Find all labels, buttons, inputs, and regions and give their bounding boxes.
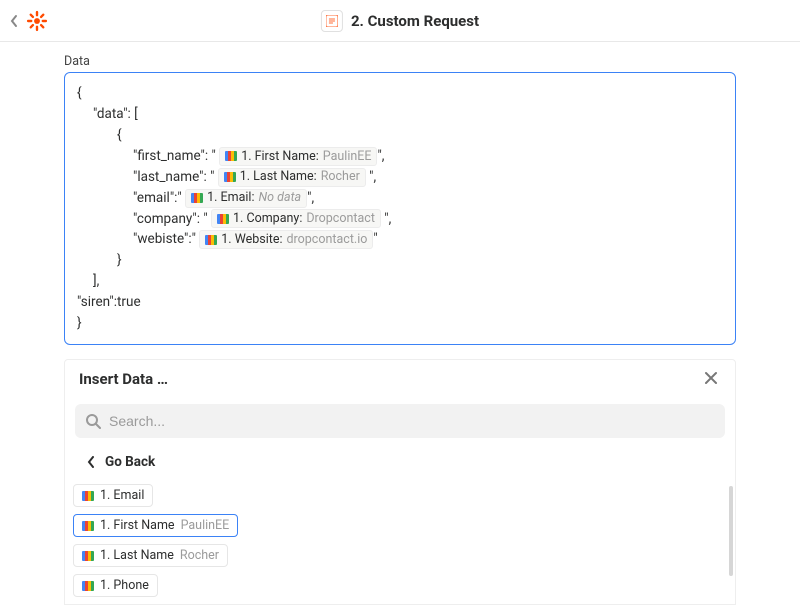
step-app-icon: [321, 10, 343, 32]
field-pill-email[interactable]: 1. Email: No data: [185, 189, 307, 208]
field-option[interactable]: 1. Last Name Rocher: [73, 544, 228, 567]
sheets-icon: [205, 235, 217, 245]
close-button[interactable]: [703, 370, 721, 388]
sheets-icon: [225, 151, 237, 161]
data-field-label: Data: [64, 54, 736, 69]
code-line: "webiste":" 1. Website: dropcontact.io": [77, 229, 723, 250]
field-pill-last-name[interactable]: 1. Last Name: Rocher: [218, 168, 366, 187]
code-line: "first_name": " 1. First Name: PaulinEE"…: [77, 146, 723, 167]
field-option[interactable]: 1. Phone: [73, 574, 158, 597]
go-back-label: Go Back: [105, 454, 155, 470]
code-line: {: [77, 83, 723, 104]
sheets-icon: [82, 551, 94, 561]
data-textarea[interactable]: { "data": [ { "first_name": " 1. First N…: [64, 72, 736, 345]
code-line: }: [77, 313, 723, 334]
search-box[interactable]: [75, 404, 725, 438]
topbar: 2. Custom Request: [0, 0, 800, 42]
scrollbar[interactable]: [729, 486, 733, 576]
field-list: 1. Email 1. First Name PaulinEE 1. Last Na…: [65, 480, 735, 604]
search-input[interactable]: [109, 413, 715, 429]
field-option[interactable]: 1. Email: [73, 484, 153, 507]
chevron-left-icon: [9, 14, 19, 28]
field-option-label: 1. First Name: [100, 518, 175, 533]
code-line: "last_name": " 1. Last Name: Rocher ",: [77, 167, 723, 188]
step-title: 2. Custom Request: [351, 12, 479, 30]
code-line: "email":" 1. Email: No data",: [77, 188, 723, 209]
sheets-icon: [217, 214, 229, 224]
sheets-icon: [82, 581, 94, 591]
insert-data-title: Insert Data …: [79, 370, 168, 388]
code-line: {: [77, 125, 723, 146]
insert-data-panel: Insert Data … Go Back 1. Email 1. First N…: [64, 359, 736, 605]
code-line: ],: [77, 271, 723, 292]
sheets-icon: [82, 491, 94, 501]
go-back-button[interactable]: Go Back: [65, 444, 735, 480]
code-line: "data": [: [77, 104, 723, 125]
back-button[interactable]: [4, 11, 24, 31]
chevron-left-icon: [87, 456, 95, 468]
field-option-value: Rocher: [180, 548, 219, 563]
code-line: "company": " 1. Company: Dropcontact ",: [77, 209, 723, 230]
close-icon: [703, 370, 719, 386]
field-pill-first-name[interactable]: 1. First Name: PaulinEE: [219, 147, 377, 166]
code-line: "siren":true: [77, 292, 723, 313]
field-option-label: 1. Email: [100, 488, 144, 503]
sheets-icon: [82, 521, 94, 531]
step-title-group: 2. Custom Request: [321, 10, 479, 32]
field-pill-company[interactable]: 1. Company: Dropcontact: [211, 209, 381, 228]
sheets-icon: [191, 193, 203, 203]
sheets-icon: [224, 172, 236, 182]
field-option[interactable]: 1. First Name PaulinEE: [73, 514, 238, 537]
field-option-value: PaulinEE: [181, 518, 230, 533]
zapier-logo-icon: [26, 10, 48, 32]
field-option-label: 1. Last Name: [100, 548, 174, 563]
field-pill-website[interactable]: 1. Website: dropcontact.io: [199, 230, 373, 249]
code-line: }: [77, 250, 723, 271]
search-icon: [85, 413, 101, 429]
